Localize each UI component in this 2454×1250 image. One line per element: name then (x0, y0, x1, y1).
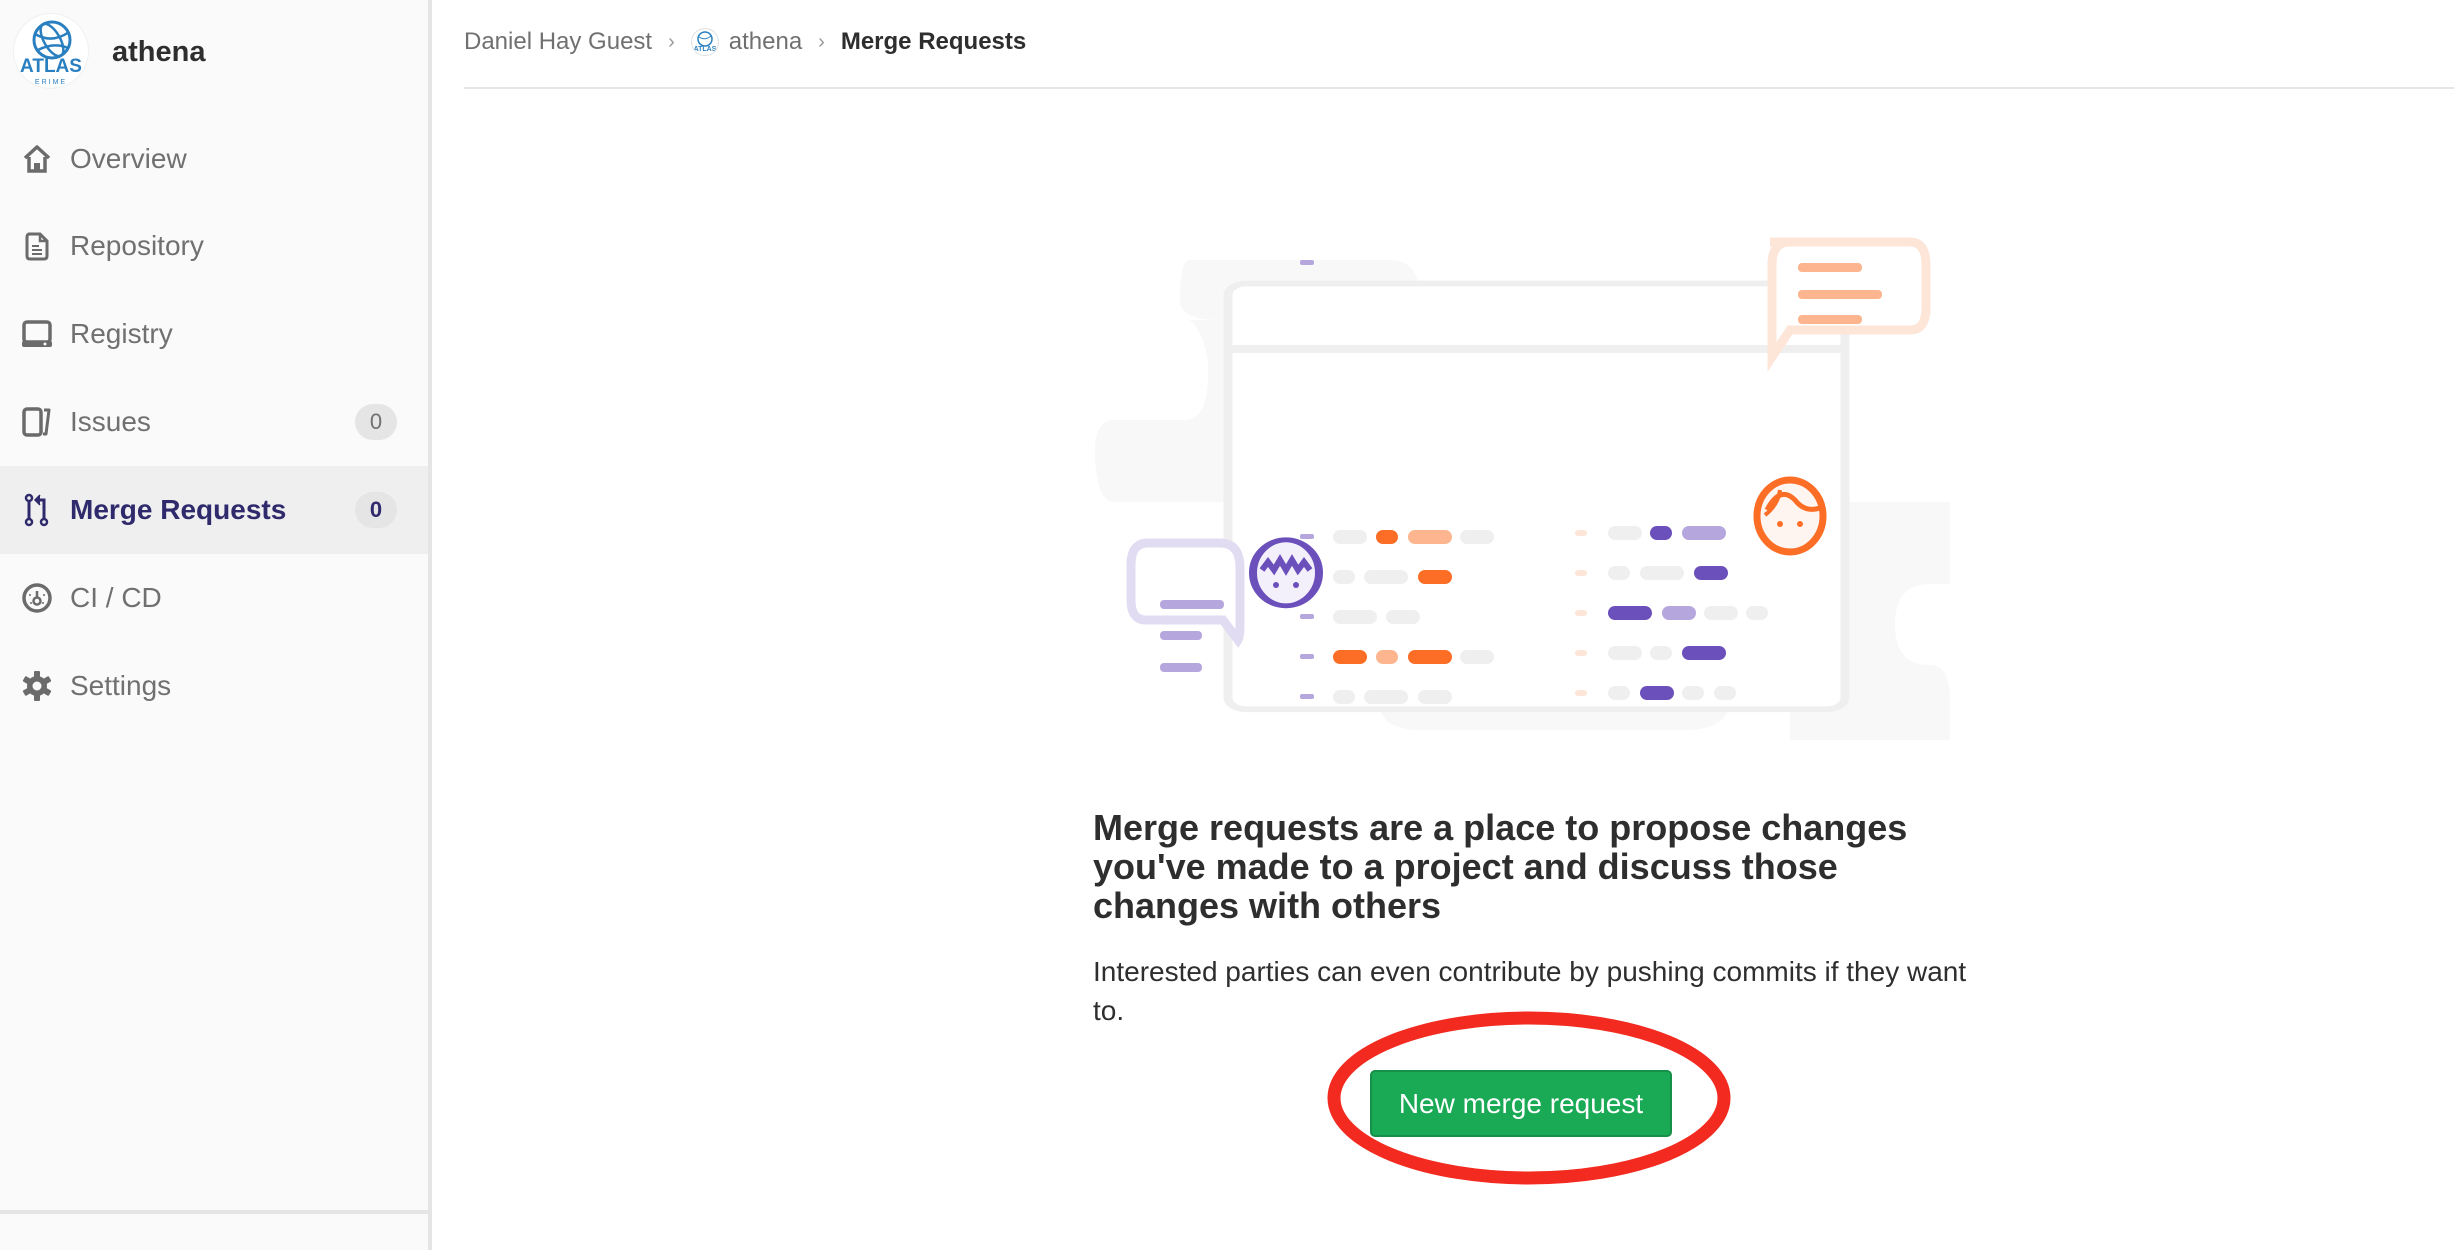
sidebar-item-label: Overview (70, 143, 187, 174)
sidebar-item-repository[interactable]: Repository (0, 202, 428, 290)
sidebar-item-label: Registry (70, 318, 173, 349)
sidebar-item-overview[interactable]: Overview (0, 115, 428, 203)
sidebar-item-merge-requests[interactable]: Merge Requests 0 (0, 466, 428, 554)
breadcrumb-user[interactable]: Daniel Hay Guest (464, 28, 652, 56)
issues-icon (20, 405, 54, 439)
purple-avatar (1249, 537, 1323, 609)
svg-text:ATLAS: ATLAS (20, 56, 82, 77)
sidebar-item-label: Issues (70, 406, 151, 437)
sidebar-item-label: Repository (70, 230, 204, 261)
merge-requests-count-badge: 0 (355, 492, 397, 528)
sidebar-item-settings[interactable]: Settings (0, 642, 428, 730)
issues-count-badge: 0 (355, 404, 397, 440)
orange-avatar (1753, 476, 1827, 556)
breadcrumb-project[interactable]: athena (729, 28, 802, 56)
empty-state-description: Interested parties can even contribute b… (1093, 956, 1967, 1026)
breadcrumb-separator: › (668, 30, 675, 53)
breadcrumb-separator: › (818, 30, 825, 53)
gear-icon (20, 669, 54, 703)
project-avatar[interactable]: ATLAS ERIME (14, 14, 88, 88)
breadcrumb: Daniel Hay Guest › ATLAS athena › Merge … (464, 24, 1026, 60)
sidebar-item-registry[interactable]: Registry (0, 290, 428, 378)
collapse-sidebar-divider (0, 1210, 428, 1214)
rocket-icon (20, 581, 54, 615)
svg-text:ATLAS: ATLAS (693, 46, 716, 53)
sidebar: ATLAS ERIME athena Overview Repository R… (0, 0, 432, 1250)
header-divider (464, 87, 2454, 89)
sidebar-item-label: CI / CD (70, 582, 162, 613)
sidebar-item-ci-cd[interactable]: CI / CD (0, 554, 428, 642)
atlas-logo-icon: ATLAS (690, 28, 719, 56)
home-icon (20, 142, 54, 176)
atlas-logo-icon: ATLAS ERIME (20, 20, 82, 86)
sidebar-item-label: Merge Requests (70, 494, 287, 525)
breadcrumb-current[interactable]: Merge Requests (841, 28, 1026, 56)
sidebar-item-issues[interactable]: Issues 0 (0, 378, 428, 466)
registry-icon (20, 317, 54, 351)
merge-request-icon (20, 493, 54, 527)
svg-text:ERIME: ERIME (35, 79, 67, 86)
empty-state-title: Merge requests are a place to propose ch… (1093, 807, 1908, 926)
sidebar-item-label: Settings (70, 670, 172, 701)
monitor-header-bar (1230, 345, 1842, 353)
doc-icon (20, 229, 54, 263)
project-name[interactable]: athena (112, 36, 205, 69)
merge-requests-empty-illustration (1095, 237, 1950, 740)
new-merge-request-button[interactable]: New merge request (1370, 1070, 1672, 1137)
